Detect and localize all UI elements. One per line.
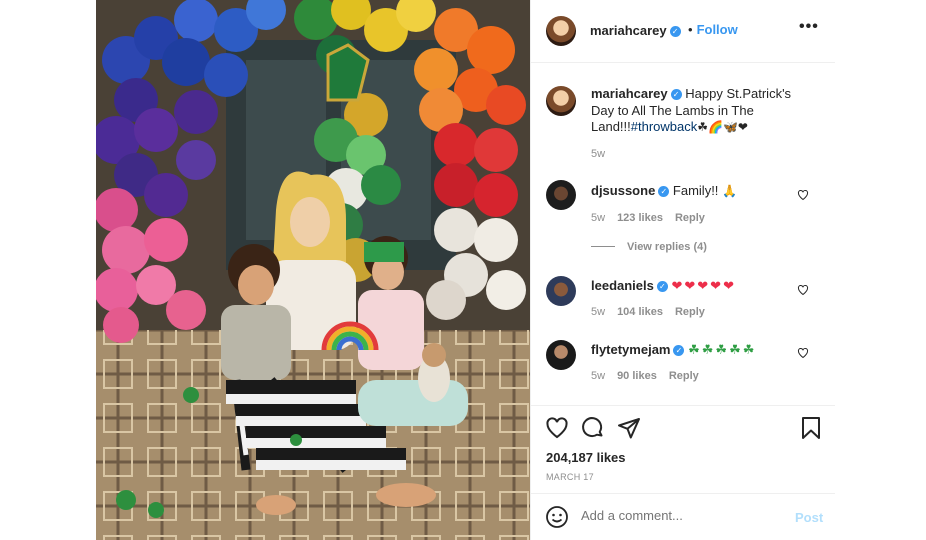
- send-icon[interactable]: [617, 416, 641, 440]
- comment-time[interactable]: 5w: [591, 306, 605, 318]
- verified-badge-icon: ✓: [673, 345, 685, 356]
- add-comment-bar: Post: [531, 493, 835, 540]
- comment-likes[interactable]: 90 likes: [617, 370, 657, 382]
- verified-badge-icon: ✓: [669, 26, 681, 37]
- post-details-panel: mariahcarey ✓ • Follow ••• mariahcarey ✓ Ha…: [530, 0, 835, 540]
- replies-divider: [591, 246, 615, 247]
- comment-likes[interactable]: 104 likes: [617, 306, 663, 318]
- comment-time[interactable]: 5w: [591, 212, 605, 224]
- comment-username[interactable]: leedaniels ✓: [591, 278, 668, 293]
- comment-username[interactable]: flytetymejam ✓: [591, 342, 685, 357]
- post-button[interactable]: Post: [795, 510, 823, 525]
- caption: mariahcarey ✓ Happy St.Patrick's Day to A…: [591, 86, 817, 136]
- post-date[interactable]: MARCH 17: [546, 472, 594, 482]
- author-username[interactable]: mariahcarey ✓: [590, 23, 681, 38]
- bookmark-icon[interactable]: [799, 416, 823, 440]
- comment-likes[interactable]: 123 likes: [617, 212, 663, 224]
- caption-emojis: ☘🌈🦋❤: [697, 120, 748, 134]
- comment-row: leedaniels ✓ ❤❤❤❤❤: [591, 278, 736, 294]
- author-avatar[interactable]: [546, 16, 576, 46]
- commenter-avatar[interactable]: [546, 340, 576, 370]
- comment-text: Family!!: [672, 183, 719, 198]
- reply-button[interactable]: Reply: [669, 370, 699, 382]
- post-header: mariahcarey ✓ • Follow •••: [531, 0, 835, 63]
- smiley-icon[interactable]: [545, 505, 569, 529]
- post-actions: 204,187 likes MARCH 17: [531, 405, 835, 493]
- caption-hashtag[interactable]: #throwback: [631, 119, 697, 134]
- comment-like-heart-icon[interactable]: [797, 189, 809, 201]
- comment-input[interactable]: [581, 508, 781, 523]
- comment-text: ☘☘☘☘☘: [688, 342, 757, 357]
- follow-button[interactable]: • Follow: [688, 22, 738, 37]
- comment-emoji: 🙏: [722, 184, 737, 198]
- caption-time[interactable]: 5w: [591, 148, 605, 160]
- reply-button[interactable]: Reply: [675, 306, 705, 318]
- post-photo[interactable]: [96, 0, 530, 540]
- verified-badge-icon: ✓: [656, 281, 668, 292]
- view-replies-button[interactable]: View replies (4): [591, 241, 707, 253]
- comment-row: flytetymejam ✓ ☘☘☘☘☘: [591, 342, 756, 358]
- verified-badge-icon: ✓: [658, 186, 670, 197]
- more-options-icon[interactable]: •••: [799, 18, 819, 36]
- comment-like-heart-icon[interactable]: [797, 347, 809, 359]
- comment-like-heart-icon[interactable]: [797, 284, 809, 296]
- reply-button[interactable]: Reply: [675, 212, 705, 224]
- follow-label: Follow: [696, 22, 738, 37]
- heart-icon[interactable]: [545, 416, 569, 440]
- comment-meta: 5w 123 likes Reply: [591, 212, 705, 224]
- comment-meta: 5w 104 likes Reply: [591, 306, 705, 318]
- commenter-avatar[interactable]: [546, 276, 576, 306]
- comment-time[interactable]: 5w: [591, 370, 605, 382]
- follow-separator: •: [688, 22, 693, 37]
- commenter-avatar[interactable]: [546, 180, 576, 210]
- comment-row: djsussone ✓ Family!! 🙏: [591, 183, 737, 198]
- comment-meta: 5w 90 likes Reply: [591, 370, 699, 382]
- comment-username[interactable]: djsussone ✓: [591, 183, 670, 198]
- view-replies-label: View replies (4): [627, 241, 707, 253]
- likes-count[interactable]: 204,187 likes: [546, 450, 626, 465]
- comment-text: ❤❤❤❤❤: [671, 278, 736, 293]
- verified-badge-icon: ✓: [670, 89, 682, 100]
- caption-username[interactable]: mariahcarey ✓: [591, 86, 682, 101]
- comment-icon[interactable]: [581, 416, 605, 440]
- caption-author-avatar[interactable]: [546, 86, 576, 116]
- photo-illustration: [96, 0, 530, 540]
